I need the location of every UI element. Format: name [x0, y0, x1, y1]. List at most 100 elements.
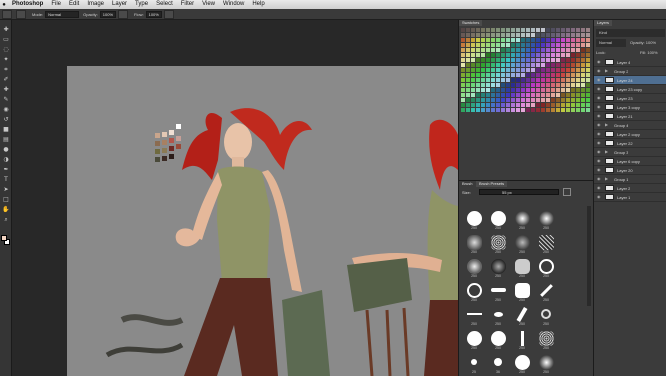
eye-icon[interactable]: ◉	[597, 140, 603, 146]
color-swatch[interactable]	[566, 63, 570, 67]
opacity-field[interactable]: 100%	[99, 10, 117, 18]
brush-preset[interactable]: 250	[510, 254, 534, 278]
color-swatch[interactable]	[511, 103, 515, 107]
color-swatch[interactable]	[476, 63, 480, 67]
color-swatch[interactable]	[466, 103, 470, 107]
color-swatch[interactable]	[566, 73, 570, 77]
color-swatch[interactable]	[546, 33, 550, 37]
pen-icon[interactable]: ✒	[2, 166, 10, 173]
flow-field[interactable]: 100%	[145, 10, 162, 18]
color-swatch[interactable]	[476, 48, 480, 52]
color-swatch[interactable]	[516, 88, 520, 92]
brush-preset[interactable]: 250	[486, 254, 510, 278]
color-swatch[interactable]	[546, 93, 550, 97]
color-swatch[interactable]	[566, 43, 570, 47]
color-swatch[interactable]	[471, 33, 475, 37]
eye-icon[interactable]: ◉	[597, 86, 603, 92]
color-swatch[interactable]	[511, 33, 515, 37]
menu-photoshop[interactable]: Photoshop	[8, 0, 47, 9]
color-swatch[interactable]	[461, 48, 465, 52]
color-swatch[interactable]	[471, 38, 475, 42]
color-swatch[interactable]	[466, 68, 470, 72]
color-swatch[interactable]	[526, 103, 530, 107]
shape-icon[interactable]: □	[2, 196, 10, 203]
layer-filter-kind[interactable]: Kind	[596, 29, 665, 37]
color-swatch[interactable]	[566, 98, 570, 102]
color-swatch[interactable]	[496, 63, 500, 67]
color-swatch[interactable]	[506, 83, 510, 87]
brush-preset[interactable]: 250	[462, 230, 486, 254]
color-swatch[interactable]	[526, 38, 530, 42]
layer-group-row[interactable]: ◉ ▶ Group 2	[594, 67, 666, 76]
color-swatch[interactable]	[541, 68, 545, 72]
color-swatch[interactable]	[536, 53, 540, 57]
color-swatch[interactable]	[466, 28, 470, 32]
color-swatch[interactable]	[521, 58, 525, 62]
color-swatch[interactable]	[471, 43, 475, 47]
color-swatch[interactable]	[541, 103, 545, 107]
color-swatch[interactable]	[561, 73, 565, 77]
color-swatch[interactable]	[501, 103, 505, 107]
color-swatch[interactable]	[511, 88, 515, 92]
color-swatch[interactable]	[471, 98, 475, 102]
color-swatch[interactable]	[506, 103, 510, 107]
color-swatch[interactable]	[476, 103, 480, 107]
color-swatch[interactable]	[481, 68, 485, 72]
color-swatch[interactable]	[581, 88, 585, 92]
layer-group-row[interactable]: ◉ ▶ Group 1	[594, 175, 666, 184]
color-swatch[interactable]	[536, 83, 540, 87]
color-swatch[interactable]	[551, 103, 555, 107]
color-swatch[interactable]	[531, 43, 535, 47]
color-swatch[interactable]	[586, 63, 590, 67]
color-swatch[interactable]	[531, 68, 535, 72]
color-swatch[interactable]	[501, 63, 505, 67]
color-swatch[interactable]	[536, 63, 540, 67]
color-swatch[interactable]	[531, 33, 535, 37]
color-swatch[interactable]	[551, 78, 555, 82]
color-swatch[interactable]	[496, 53, 500, 57]
layer-row[interactable]: ◉ Layer 23 copy	[594, 85, 666, 94]
color-swatch[interactable]	[586, 78, 590, 82]
gradient-icon[interactable]: ▤	[2, 136, 10, 143]
color-swatch[interactable]	[506, 58, 510, 62]
color-swatch[interactable]	[491, 108, 495, 112]
color-swatch[interactable]	[531, 103, 535, 107]
clone-stamp-icon[interactable]: ◉	[2, 106, 10, 113]
color-swatch[interactable]	[466, 33, 470, 37]
menu-file[interactable]: File	[47, 0, 65, 9]
color-swatch[interactable]	[581, 78, 585, 82]
color-swatch[interactable]	[461, 63, 465, 67]
color-swatch[interactable]	[536, 43, 540, 47]
color-swatch[interactable]	[471, 68, 475, 72]
color-swatch[interactable]	[486, 68, 490, 72]
brush-preset[interactable]: 250	[462, 206, 486, 230]
color-swatch[interactable]	[481, 63, 485, 67]
color-swatch[interactable]	[531, 108, 535, 112]
color-swatch[interactable]	[486, 38, 490, 42]
color-swatch[interactable]	[561, 93, 565, 97]
color-swatch[interactable]	[561, 103, 565, 107]
color-swatch[interactable]	[556, 88, 560, 92]
color-swatch[interactable]	[496, 73, 500, 77]
color-swatch[interactable]	[556, 73, 560, 77]
color-swatch[interactable]	[506, 48, 510, 52]
color-swatch[interactable]	[536, 88, 540, 92]
color-swatch[interactable]	[526, 88, 530, 92]
color-swatch[interactable]	[481, 83, 485, 87]
color-swatch[interactable]	[546, 103, 550, 107]
color-swatch[interactable]	[536, 28, 540, 32]
color-swatch[interactable]	[546, 73, 550, 77]
color-swatch[interactable]	[526, 68, 530, 72]
color-swatch[interactable]	[491, 78, 495, 82]
color-swatch[interactable]	[541, 108, 545, 112]
color-swatch[interactable]	[576, 48, 580, 52]
color-swatch[interactable]	[571, 48, 575, 52]
layer-row[interactable]: ◉ Layer 21	[594, 112, 666, 121]
layer-row[interactable]: ◉ Layer 1	[594, 193, 666, 202]
eyedropper-icon[interactable]: ✐	[2, 76, 10, 83]
color-swatch[interactable]	[521, 38, 525, 42]
color-swatch[interactable]	[486, 83, 490, 87]
color-swatch[interactable]	[531, 53, 535, 57]
layer-row[interactable]: ◉ Layer 6 copy	[594, 157, 666, 166]
color-swatch[interactable]	[521, 33, 525, 37]
